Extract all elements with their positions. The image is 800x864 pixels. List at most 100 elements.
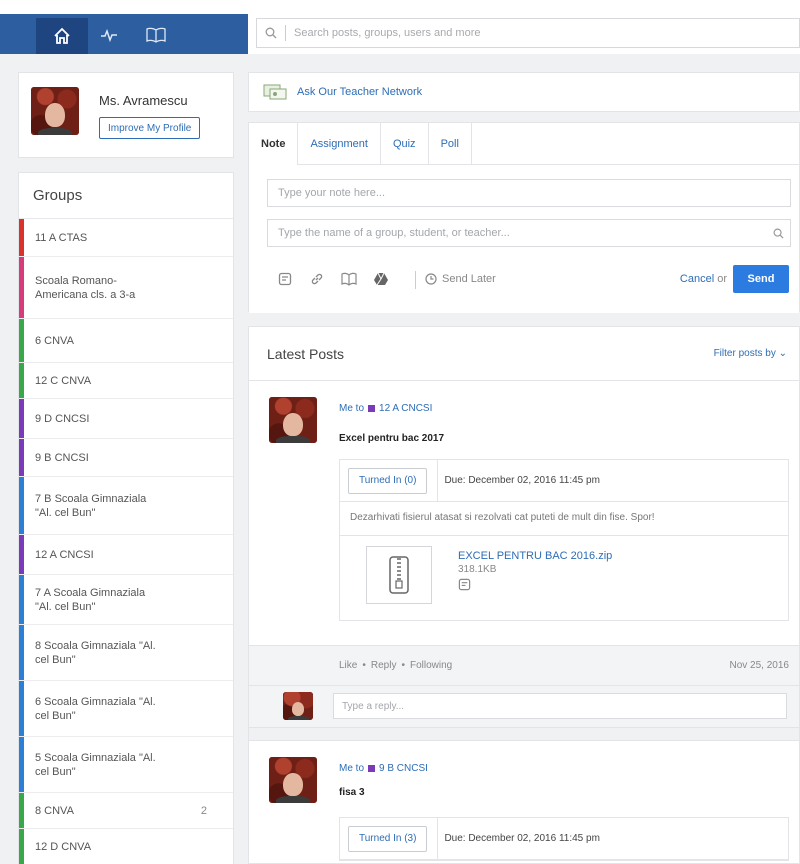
turned-in-button[interactable]: Turned In (0) — [348, 467, 428, 494]
sidebar-group-item[interactable]: 7 A Scoala Gimnaziala "Al. cel Bun" — [19, 575, 233, 625]
following-link[interactable]: Following — [410, 660, 452, 671]
library-icon — [341, 272, 357, 286]
library-nav-button[interactable] — [144, 20, 168, 50]
activity-nav-button[interactable] — [97, 20, 121, 50]
sidebar-group-item[interactable]: 12 D CNVA — [19, 829, 233, 864]
reply-input[interactable] — [333, 693, 787, 719]
recipient-input[interactable] — [278, 227, 766, 239]
home-icon — [54, 27, 70, 44]
post-composer: Note Assignment Quiz Poll Send Lat — [248, 122, 800, 313]
tab-poll[interactable]: Poll — [429, 123, 472, 165]
search-input[interactable] — [294, 27, 799, 39]
note-field[interactable] — [267, 179, 791, 207]
file-preview-button[interactable] — [458, 578, 471, 594]
post-actions: Like • Reply • Following Nov 25, 2016 — [249, 645, 799, 685]
file-icon — [278, 272, 292, 286]
group-label: Scoala Romano- Americana cls. a 3-a — [35, 274, 136, 301]
cancel-link[interactable]: Cancel — [680, 273, 714, 285]
group-color-square — [368, 765, 376, 772]
sidebar-group-item[interactable]: 6 Scoala Gimnaziala "Al. cel Bun" — [19, 681, 233, 737]
send-later-button[interactable]: Send Later — [425, 269, 496, 289]
like-link[interactable]: Like — [339, 660, 357, 671]
group-color-bar — [19, 535, 24, 574]
home-nav-button[interactable] — [36, 18, 88, 54]
profile-avatar[interactable] — [31, 87, 79, 135]
drive-icon — [374, 272, 388, 286]
post-group-link[interactable]: 12 A CNCSI — [379, 403, 432, 414]
sidebar-group-item[interactable]: 9 B CNCSI — [19, 439, 233, 477]
group-label: 6 CNVA — [35, 334, 74, 347]
profile-name[interactable]: Ms. Avramescu — [99, 93, 188, 108]
group-color-bar — [19, 439, 24, 476]
profile-card: Ms. Avramescu Improve My Profile — [18, 72, 234, 158]
group-color-bar — [19, 363, 24, 398]
post-item: Me to 12 A CNCSI Excel pentru bac 2017 T… — [249, 381, 799, 761]
post-author-avatar[interactable] — [269, 757, 317, 803]
sidebar-group-item[interactable]: 9 D CNCSI — [19, 399, 233, 439]
zip-file-thumbnail[interactable] — [366, 546, 432, 604]
group-color-square — [368, 405, 376, 412]
sidebar-group-item[interactable]: 8 Scoala Gimnaziala "Al. cel Bun" — [19, 625, 233, 681]
composer-body: Send Later Cancel or Send — [249, 165, 799, 313]
ask-teacher-network-label[interactable]: Ask Our Teacher Network — [297, 86, 422, 98]
post-meta: Me to 12 A CNCSI — [339, 403, 432, 414]
attach-link-button[interactable] — [307, 269, 327, 289]
attach-library-button[interactable] — [339, 269, 359, 289]
group-color-bar — [19, 625, 24, 680]
ask-teacher-network[interactable]: Ask Our Teacher Network — [248, 72, 800, 112]
group-color-bar — [19, 575, 24, 624]
filter-posts-dropdown[interactable]: Filter posts by ⌄ — [714, 348, 787, 359]
sidebar-group-item[interactable]: 8 CNVA 2 — [19, 793, 233, 829]
attach-drive-button[interactable] — [371, 269, 391, 289]
attach-file-button[interactable] — [275, 269, 295, 289]
group-label: 9 D CNCSI — [35, 412, 90, 425]
filter-label: Filter posts by — [713, 348, 776, 359]
sidebar-group-item[interactable]: Scoala Romano- Americana cls. a 3-a — [19, 257, 233, 319]
improve-profile-button[interactable]: Improve My Profile — [99, 117, 201, 139]
group-label: 7 B Scoala Gimnaziala "Al. cel Bun" — [35, 492, 147, 519]
book-icon — [146, 27, 166, 43]
due-date: Due: December 02, 2016 11:45 pm — [437, 817, 600, 860]
group-color-bar — [19, 477, 24, 534]
sidebar-group-item[interactable]: 5 Scoala Gimnaziala "Al. cel Bun" — [19, 737, 233, 793]
group-color-bar — [19, 829, 24, 864]
search-bar[interactable] — [256, 18, 800, 48]
tab-assignment[interactable]: Assignment — [298, 123, 381, 165]
chevron-down-icon: ⌄ — [778, 348, 787, 359]
turned-in-button[interactable]: Turned In (3) — [348, 825, 428, 852]
send-button[interactable]: Send — [733, 265, 789, 293]
file-size: 318.1KB — [458, 564, 497, 575]
tab-quiz[interactable]: Quiz — [381, 123, 429, 165]
sidebar-group-item[interactable]: 11 A CTAS — [19, 219, 233, 257]
separator-dot: • — [401, 660, 405, 671]
group-color-bar — [19, 737, 24, 792]
groups-panel: Groups 11 A CTAS Scoala Romano- Americana… — [18, 172, 234, 864]
send-later-label: Send Later — [442, 273, 496, 285]
file-icon — [458, 578, 471, 591]
group-color-bar — [19, 257, 24, 318]
sidebar-group-item[interactable]: 7 B Scoala Gimnaziala "Al. cel Bun" — [19, 477, 233, 535]
group-label: 9 B CNCSI — [35, 451, 89, 464]
recipient-field[interactable] — [267, 219, 791, 247]
file-name-link[interactable]: EXCEL PENTRU BAC 2016.zip — [458, 550, 612, 562]
group-label: 6 Scoala Gimnaziala "Al. cel Bun" — [35, 695, 156, 722]
assignment-card: Turned In (3) Due: December 02, 2016 11:… — [339, 817, 789, 861]
group-color-bar — [19, 399, 24, 438]
toolbar-divider — [415, 271, 416, 289]
group-label: 12 C CNVA — [35, 374, 92, 387]
sidebar-group-item[interactable]: 12 C CNVA — [19, 363, 233, 399]
cancel-area: Cancel or — [680, 273, 727, 285]
tab-note[interactable]: Note — [249, 123, 299, 165]
sidebar-group-item[interactable]: 12 A CNCSI — [19, 535, 233, 575]
note-input[interactable] — [278, 187, 790, 199]
sidebar-group-item[interactable]: 6 CNVA — [19, 319, 233, 363]
post-author-avatar[interactable] — [269, 397, 317, 443]
assignment-description: Dezarhivati fisierul atasat si rezolvati… — [340, 502, 788, 536]
post-from: Me to — [339, 763, 365, 774]
post-group-link[interactable]: 9 B CNCSI — [379, 763, 428, 774]
group-color-bar — [19, 793, 24, 828]
reply-avatar — [283, 692, 313, 720]
groups-list: 11 A CTAS Scoala Romano- Americana cls. a… — [19, 219, 233, 864]
assignment-card: Turned In (0) Due: December 02, 2016 11:… — [339, 459, 789, 621]
reply-link[interactable]: Reply — [371, 660, 397, 671]
